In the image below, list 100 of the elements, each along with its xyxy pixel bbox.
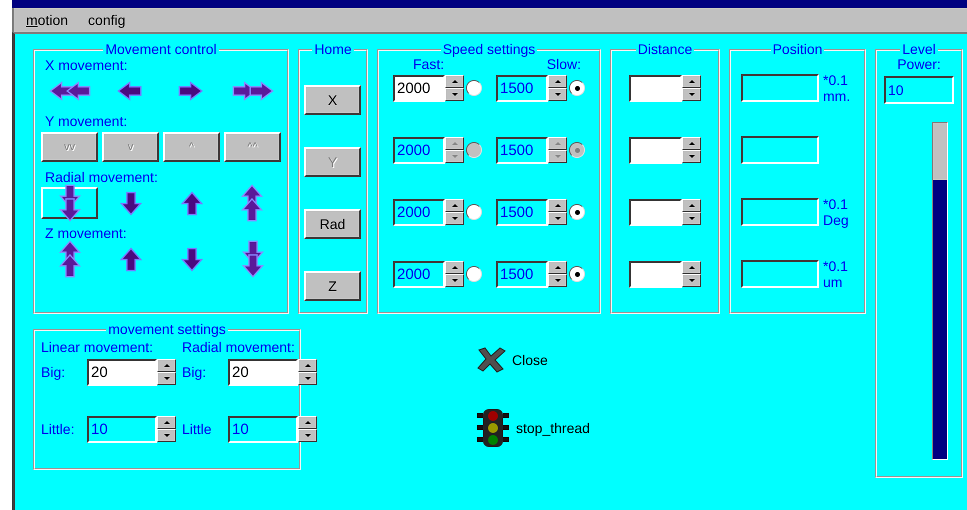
spin-down-button[interactable]: [548, 212, 567, 225]
up-arrow-icon: [554, 80, 560, 83]
spin-down-button[interactable]: [445, 88, 464, 101]
arrow-button[interactable]: [41, 187, 98, 219]
radio-button[interactable]: [466, 204, 482, 220]
spin-down-button[interactable]: [157, 372, 176, 385]
step-field[interactable]: 10: [87, 416, 157, 442]
unit-label: Deg: [823, 212, 849, 228]
home-button[interactable]: X: [304, 85, 361, 115]
spin-up-button[interactable]: [548, 75, 567, 88]
traffic-light-icon: [476, 408, 510, 448]
step-field[interactable]: 10: [228, 416, 298, 442]
distance-field[interactable]: [629, 74, 682, 102]
up-arrow-icon: [164, 364, 170, 367]
down-arrow-icon: [452, 279, 458, 282]
up-arrow-icon: [452, 266, 458, 269]
unit-label: *0.1: [823, 196, 849, 212]
group-title: Level: [900, 42, 938, 57]
unit-label: mm.: [823, 88, 850, 104]
speed-field[interactable]: 1500: [496, 74, 548, 102]
spin-up-button[interactable]: [298, 416, 317, 429]
section-label: Z movement:: [45, 225, 128, 241]
column-heading: Radial movement:: [182, 338, 296, 357]
down-arrow-icon: [452, 93, 458, 96]
distance-field[interactable]: [629, 260, 682, 288]
section-label: X movement:: [45, 57, 128, 73]
power-field: 10: [884, 76, 954, 104]
up-arrow-icon: [452, 142, 458, 145]
unit-label: um: [823, 274, 844, 290]
radio-button[interactable]: [466, 80, 482, 96]
spin-up-button[interactable]: [682, 199, 701, 212]
spin-up-button[interactable]: [548, 261, 567, 274]
spin-up-button[interactable]: [445, 75, 464, 88]
down-arrow-icon: [688, 217, 694, 220]
spin-up-button[interactable]: [682, 261, 701, 274]
up-arrow-icon: [452, 80, 458, 83]
spin-down-button[interactable]: [445, 212, 464, 225]
up-arrow-icon: [688, 142, 694, 145]
action-button[interactable]: Close: [512, 352, 548, 368]
field-label: Little:: [41, 421, 76, 437]
column-heading: Linear movement:: [41, 338, 154, 357]
down-arrow-icon: [180, 246, 202, 272]
down-arrow-icon: [554, 155, 560, 158]
radio-button[interactable]: [569, 204, 585, 220]
spin-up-button[interactable]: [445, 199, 464, 212]
action-button[interactable]: stop_thread: [516, 420, 590, 436]
radio-button[interactable]: [569, 80, 585, 96]
spin-down-button[interactable]: [682, 88, 701, 101]
double-up-arrow-icon: [58, 240, 80, 278]
spin-down-button[interactable]: [548, 150, 567, 163]
field-label: Little: [182, 421, 213, 437]
step-field[interactable]: 20: [87, 358, 157, 386]
left-arrow-icon: [116, 81, 144, 101]
distance-field[interactable]: [629, 136, 682, 164]
spin-up-button[interactable]: [298, 359, 317, 372]
down-arrow-icon: [164, 434, 170, 437]
down-arrow-icon: [554, 93, 560, 96]
home-button[interactable]: Z: [304, 271, 361, 301]
step-field[interactable]: 20: [228, 358, 298, 386]
down-arrow-icon: [304, 434, 310, 437]
radio-button[interactable]: [466, 266, 482, 282]
power-label: Power:: [897, 57, 941, 72]
speed-field[interactable]: 2000: [393, 260, 445, 288]
group-title: Position: [770, 42, 824, 57]
speed-field[interactable]: 2000: [393, 74, 445, 102]
spin-up-button[interactable]: [157, 359, 176, 372]
spin-down-button[interactable]: [445, 150, 464, 163]
spin-down-button[interactable]: [445, 274, 464, 287]
up-arrow-icon: [164, 421, 170, 424]
spin-up-button[interactable]: [445, 261, 464, 274]
unit-label: *0.1: [823, 72, 849, 88]
home-button[interactable]: Rad: [304, 209, 361, 239]
down-arrow-icon: [688, 155, 694, 158]
speed-field[interactable]: 2000: [393, 198, 445, 226]
double-up-arrow-icon: [241, 184, 264, 222]
spin-down-button[interactable]: [298, 372, 317, 385]
spin-down-button[interactable]: [298, 429, 317, 442]
menu-item[interactable]: config: [88, 12, 126, 28]
double-left-arrow-icon: [48, 81, 90, 101]
speed-field[interactable]: 1500: [496, 198, 548, 226]
spin-up-button[interactable]: [157, 416, 176, 429]
down-arrow-icon: [688, 93, 694, 96]
spin-down-button[interactable]: [682, 150, 701, 163]
spin-up-button[interactable]: [682, 137, 701, 150]
spin-down-button[interactable]: [157, 429, 176, 442]
up-arrow-icon: [688, 80, 694, 83]
up-arrow-icon: [120, 246, 142, 272]
speed-field[interactable]: 1500: [496, 260, 548, 288]
spin-down-button[interactable]: [548, 88, 567, 101]
right-arrow-icon: [178, 81, 206, 101]
spin-up-button[interactable]: [682, 75, 701, 88]
spin-down-button[interactable]: [682, 274, 701, 287]
spin-down-button[interactable]: [682, 212, 701, 225]
radio-button[interactable]: [569, 266, 585, 282]
down-arrow-icon: [120, 190, 142, 216]
up-arrow-icon: [688, 266, 694, 269]
spin-down-button[interactable]: [548, 274, 567, 287]
menu-item[interactable]: motion: [26, 12, 68, 28]
distance-field[interactable]: [629, 198, 682, 226]
spin-up-button[interactable]: [548, 199, 567, 212]
